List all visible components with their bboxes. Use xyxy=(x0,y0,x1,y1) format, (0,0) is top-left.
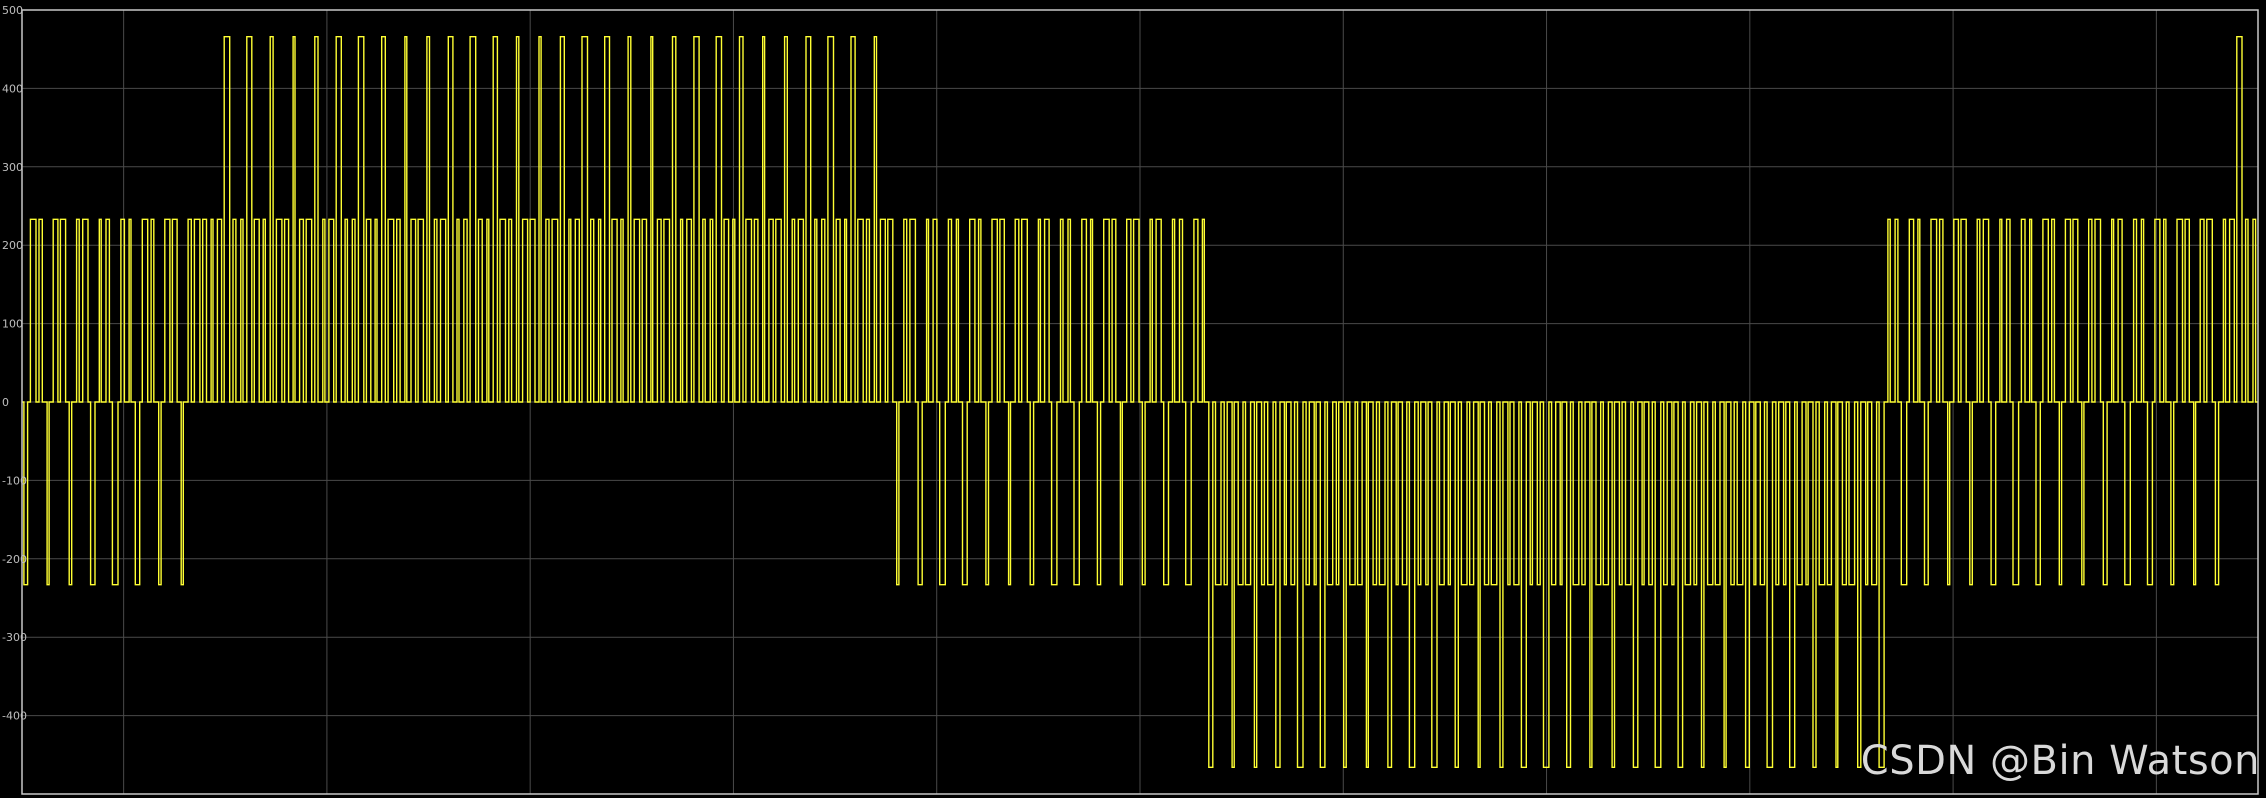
scope-plot: 500 400 300 200 100 0 -100 -200 -300 -400 xyxy=(2,4,2259,795)
y-tick-label: 0 xyxy=(2,396,9,409)
y-tick-label: 500 xyxy=(2,4,23,17)
y-tick-labels: 500 400 300 200 100 0 -100 -200 -300 -400 xyxy=(2,4,27,723)
y-tick-label: -400 xyxy=(2,710,27,723)
y-tick-label: 100 xyxy=(2,318,23,331)
y-tick-label: -300 xyxy=(2,631,27,644)
y-tick-label: -100 xyxy=(2,474,27,487)
y-tick-label: 400 xyxy=(2,82,23,95)
watermark-text: CSDN @Bin Watson xyxy=(1860,738,2260,784)
y-tick-label: -200 xyxy=(2,553,27,566)
y-tick-label: 200 xyxy=(2,239,23,252)
scope-display: 500 400 300 200 100 0 -100 -200 -300 -400 CSDN @B… xyxy=(0,0,2266,798)
y-tick-label: 300 xyxy=(2,161,23,174)
